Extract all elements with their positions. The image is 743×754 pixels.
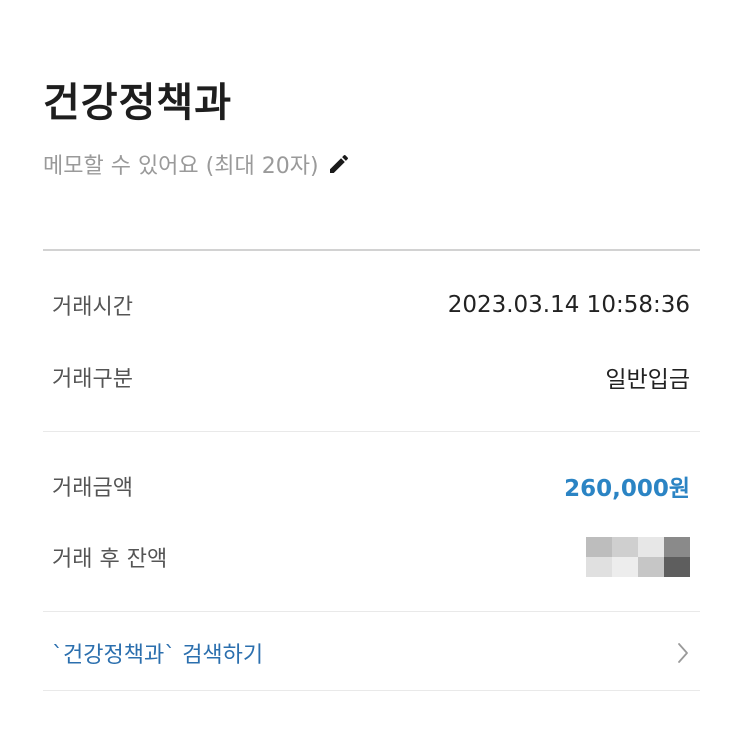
transaction-amount-value: 260,000원	[564, 476, 690, 502]
section-divider	[43, 249, 700, 251]
balance-after-row: 거래 후 잔액	[52, 537, 690, 577]
memo-placeholder: 메모할 수 있어요 (최대 20자)	[43, 154, 319, 179]
search-link[interactable]: `건강정책과` 검색하기	[52, 632, 690, 674]
memo-edit[interactable]: 메모할 수 있어요 (최대 20자)	[43, 149, 351, 179]
divider	[43, 611, 700, 612]
transaction-time-value: 2023.03.14 10:58:36	[447, 292, 690, 318]
balance-after-label: 거래 후 잔액	[52, 547, 168, 572]
transaction-time-row: 거래시간 2023.03.14 10:58:36	[52, 285, 690, 325]
divider	[43, 690, 700, 691]
transaction-time-label: 거래시간	[52, 295, 133, 320]
search-link-label: `건강정책과` 검색하기	[52, 643, 264, 668]
divider	[43, 431, 700, 432]
balance-censored-mosaic	[586, 537, 690, 577]
transaction-type-label: 거래구분	[52, 367, 133, 392]
transaction-type-value: 일반입금	[605, 367, 690, 393]
pencil-icon[interactable]	[327, 152, 351, 176]
transaction-amount-label: 거래금액	[52, 476, 133, 501]
transaction-type-row: 거래구분 일반입금	[52, 357, 690, 397]
chevron-right-icon	[676, 641, 690, 665]
transaction-amount-row: 거래금액 260,000원	[52, 466, 690, 506]
page-title: 건강정책과	[43, 80, 232, 126]
